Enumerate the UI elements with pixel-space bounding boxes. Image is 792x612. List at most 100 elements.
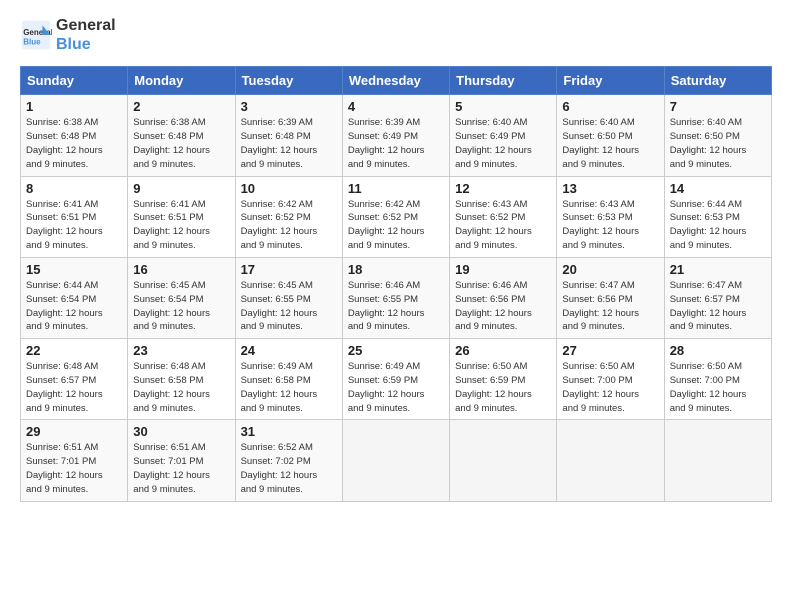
day-detail: Sunrise: 6:46 AMSunset: 6:55 PMDaylight:… <box>348 280 425 332</box>
day-detail: Sunrise: 6:48 AMSunset: 6:57 PMDaylight:… <box>26 361 103 413</box>
day-number: 14 <box>670 181 766 196</box>
day-detail: Sunrise: 6:40 AMSunset: 6:50 PMDaylight:… <box>562 117 639 169</box>
table-row: 21 Sunrise: 6:47 AMSunset: 6:57 PMDaylig… <box>664 257 771 338</box>
table-row: 25 Sunrise: 6:49 AMSunset: 6:59 PMDaylig… <box>342 339 449 420</box>
day-number: 10 <box>241 181 337 196</box>
day-number: 12 <box>455 181 551 196</box>
day-number: 3 <box>241 99 337 114</box>
table-row: 10 Sunrise: 6:42 AMSunset: 6:52 PMDaylig… <box>235 176 342 257</box>
day-number: 26 <box>455 343 551 358</box>
day-detail: Sunrise: 6:50 AMSunset: 7:00 PMDaylight:… <box>562 361 639 413</box>
day-detail: Sunrise: 6:40 AMSunset: 6:50 PMDaylight:… <box>670 117 747 169</box>
day-detail: Sunrise: 6:39 AMSunset: 6:49 PMDaylight:… <box>348 117 425 169</box>
day-detail: Sunrise: 6:50 AMSunset: 6:59 PMDaylight:… <box>455 361 532 413</box>
table-row: 15 Sunrise: 6:44 AMSunset: 6:54 PMDaylig… <box>21 257 128 338</box>
day-number: 23 <box>133 343 229 358</box>
table-row: 8 Sunrise: 6:41 AMSunset: 6:51 PMDayligh… <box>21 176 128 257</box>
day-detail: Sunrise: 6:47 AMSunset: 6:56 PMDaylight:… <box>562 280 639 332</box>
table-row: 31 Sunrise: 6:52 AMSunset: 7:02 PMDaylig… <box>235 420 342 501</box>
table-row <box>342 420 449 501</box>
table-row: 20 Sunrise: 6:47 AMSunset: 6:56 PMDaylig… <box>557 257 664 338</box>
logo: General Blue General Blue <box>20 16 116 54</box>
col-wednesday: Wednesday <box>342 67 449 95</box>
table-row: 18 Sunrise: 6:46 AMSunset: 6:55 PMDaylig… <box>342 257 449 338</box>
table-row: 12 Sunrise: 6:43 AMSunset: 6:52 PMDaylig… <box>450 176 557 257</box>
day-detail: Sunrise: 6:45 AMSunset: 6:54 PMDaylight:… <box>133 280 210 332</box>
day-detail: Sunrise: 6:38 AMSunset: 6:48 PMDaylight:… <box>133 117 210 169</box>
day-number: 19 <box>455 262 551 277</box>
logo-blue: Blue <box>56 35 116 54</box>
day-detail: Sunrise: 6:38 AMSunset: 6:48 PMDaylight:… <box>26 117 103 169</box>
table-row: 14 Sunrise: 6:44 AMSunset: 6:53 PMDaylig… <box>664 176 771 257</box>
day-detail: Sunrise: 6:42 AMSunset: 6:52 PMDaylight:… <box>348 199 425 251</box>
day-detail: Sunrise: 6:45 AMSunset: 6:55 PMDaylight:… <box>241 280 318 332</box>
day-number: 29 <box>26 424 122 439</box>
day-number: 11 <box>348 181 444 196</box>
table-row <box>664 420 771 501</box>
day-number: 30 <box>133 424 229 439</box>
col-saturday: Saturday <box>664 67 771 95</box>
table-row: 13 Sunrise: 6:43 AMSunset: 6:53 PMDaylig… <box>557 176 664 257</box>
table-row: 16 Sunrise: 6:45 AMSunset: 6:54 PMDaylig… <box>128 257 235 338</box>
day-number: 9 <box>133 181 229 196</box>
day-detail: Sunrise: 6:42 AMSunset: 6:52 PMDaylight:… <box>241 199 318 251</box>
table-row: 19 Sunrise: 6:46 AMSunset: 6:56 PMDaylig… <box>450 257 557 338</box>
day-number: 27 <box>562 343 658 358</box>
page-container: General Blue General Blue Sunday Monday … <box>0 0 792 512</box>
day-number: 8 <box>26 181 122 196</box>
day-number: 6 <box>562 99 658 114</box>
day-detail: Sunrise: 6:46 AMSunset: 6:56 PMDaylight:… <box>455 280 532 332</box>
day-detail: Sunrise: 6:44 AMSunset: 6:53 PMDaylight:… <box>670 199 747 251</box>
table-row <box>450 420 557 501</box>
calendar-table: Sunday Monday Tuesday Wednesday Thursday… <box>20 66 772 501</box>
col-friday: Friday <box>557 67 664 95</box>
header-row: Sunday Monday Tuesday Wednesday Thursday… <box>21 67 772 95</box>
table-row: 4 Sunrise: 6:39 AMSunset: 6:49 PMDayligh… <box>342 95 449 176</box>
table-row: 3 Sunrise: 6:39 AMSunset: 6:48 PMDayligh… <box>235 95 342 176</box>
col-monday: Monday <box>128 67 235 95</box>
day-number: 2 <box>133 99 229 114</box>
table-row: 2 Sunrise: 6:38 AMSunset: 6:48 PMDayligh… <box>128 95 235 176</box>
table-row: 29 Sunrise: 6:51 AMSunset: 7:01 PMDaylig… <box>21 420 128 501</box>
day-detail: Sunrise: 6:52 AMSunset: 7:02 PMDaylight:… <box>241 442 318 494</box>
day-number: 18 <box>348 262 444 277</box>
day-detail: Sunrise: 6:51 AMSunset: 7:01 PMDaylight:… <box>133 442 210 494</box>
table-row: 28 Sunrise: 6:50 AMSunset: 7:00 PMDaylig… <box>664 339 771 420</box>
day-detail: Sunrise: 6:50 AMSunset: 7:00 PMDaylight:… <box>670 361 747 413</box>
col-tuesday: Tuesday <box>235 67 342 95</box>
table-row: 27 Sunrise: 6:50 AMSunset: 7:00 PMDaylig… <box>557 339 664 420</box>
table-row: 23 Sunrise: 6:48 AMSunset: 6:58 PMDaylig… <box>128 339 235 420</box>
day-detail: Sunrise: 6:40 AMSunset: 6:49 PMDaylight:… <box>455 117 532 169</box>
day-detail: Sunrise: 6:51 AMSunset: 7:01 PMDaylight:… <box>26 442 103 494</box>
day-number: 16 <box>133 262 229 277</box>
day-detail: Sunrise: 6:49 AMSunset: 6:59 PMDaylight:… <box>348 361 425 413</box>
day-detail: Sunrise: 6:41 AMSunset: 6:51 PMDaylight:… <box>133 199 210 251</box>
table-row: 1 Sunrise: 6:38 AMSunset: 6:48 PMDayligh… <box>21 95 128 176</box>
col-thursday: Thursday <box>450 67 557 95</box>
day-detail: Sunrise: 6:41 AMSunset: 6:51 PMDaylight:… <box>26 199 103 251</box>
day-number: 21 <box>670 262 766 277</box>
table-row: 26 Sunrise: 6:50 AMSunset: 6:59 PMDaylig… <box>450 339 557 420</box>
day-number: 24 <box>241 343 337 358</box>
table-row <box>557 420 664 501</box>
day-detail: Sunrise: 6:48 AMSunset: 6:58 PMDaylight:… <box>133 361 210 413</box>
day-number: 1 <box>26 99 122 114</box>
day-number: 31 <box>241 424 337 439</box>
day-number: 15 <box>26 262 122 277</box>
day-number: 17 <box>241 262 337 277</box>
table-row: 9 Sunrise: 6:41 AMSunset: 6:51 PMDayligh… <box>128 176 235 257</box>
day-detail: Sunrise: 6:43 AMSunset: 6:53 PMDaylight:… <box>562 199 639 251</box>
svg-text:Blue: Blue <box>23 38 41 47</box>
col-sunday: Sunday <box>21 67 128 95</box>
day-number: 28 <box>670 343 766 358</box>
table-row: 17 Sunrise: 6:45 AMSunset: 6:55 PMDaylig… <box>235 257 342 338</box>
table-row: 24 Sunrise: 6:49 AMSunset: 6:58 PMDaylig… <box>235 339 342 420</box>
table-row: 7 Sunrise: 6:40 AMSunset: 6:50 PMDayligh… <box>664 95 771 176</box>
day-detail: Sunrise: 6:43 AMSunset: 6:52 PMDaylight:… <box>455 199 532 251</box>
day-number: 13 <box>562 181 658 196</box>
header: General Blue General Blue <box>20 16 772 54</box>
day-number: 22 <box>26 343 122 358</box>
table-row: 30 Sunrise: 6:51 AMSunset: 7:01 PMDaylig… <box>128 420 235 501</box>
logo-icon: General Blue <box>20 19 52 51</box>
table-row: 22 Sunrise: 6:48 AMSunset: 6:57 PMDaylig… <box>21 339 128 420</box>
